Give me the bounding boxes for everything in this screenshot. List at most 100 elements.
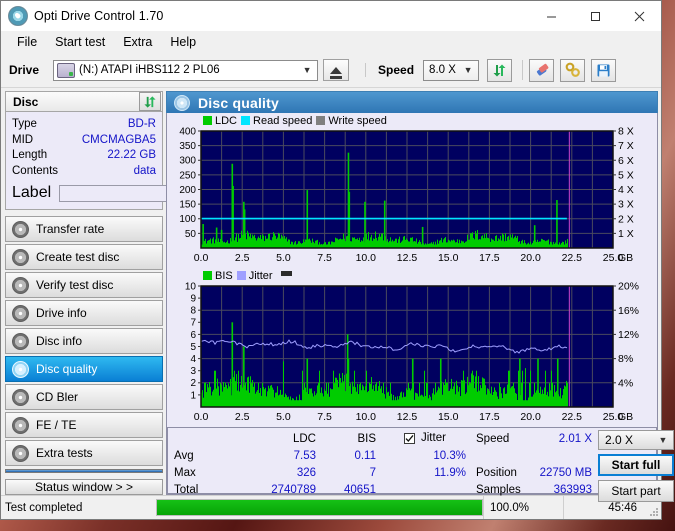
sidebar-item-drive-info[interactable]: Drive info <box>5 300 163 326</box>
svg-text:15.0: 15.0 <box>438 411 459 423</box>
sidebar-item-verify-test-disc[interactable]: Verify test disc <box>5 272 163 298</box>
svg-text:2 X: 2 X <box>618 213 634 225</box>
legend-ldc: LDC <box>203 115 237 127</box>
disc-icon <box>12 388 29 406</box>
svg-text:12%: 12% <box>618 329 639 341</box>
disc-quality-header: Disc quality <box>166 91 658 113</box>
maximize-icon[interactable] <box>573 1 617 31</box>
sidebar-item-transfer-rate[interactable]: Transfer rate <box>5 216 163 242</box>
disc-icon <box>12 248 29 266</box>
value-total-bis: 40651 <box>344 484 376 496</box>
svg-text:400: 400 <box>179 127 196 137</box>
eject-icon <box>330 66 343 79</box>
erase-button[interactable] <box>529 58 555 82</box>
disc-row-length: Length 22.22 GB <box>12 148 156 164</box>
start-part-label: Start part <box>611 484 661 498</box>
svg-text:5.0: 5.0 <box>276 252 291 264</box>
eject-button[interactable] <box>323 59 350 81</box>
eraser-icon <box>536 63 548 76</box>
menu-item-file[interactable]: File <box>8 33 46 51</box>
svg-text:6 X: 6 X <box>618 155 634 167</box>
application-window: Opti Drive Control 1.70 File Start test … <box>0 0 674 520</box>
disc-icon <box>12 360 29 378</box>
legend-jitter: Jitter <box>236 270 273 282</box>
value-total-ldc: 2740789 <box>271 484 316 496</box>
title-bar: Opti Drive Control 1.70 <box>1 1 661 31</box>
tools-button[interactable] <box>560 58 586 82</box>
menu-item-extra[interactable]: Extra <box>114 33 161 51</box>
svg-text:150: 150 <box>179 200 196 211</box>
disc-icon <box>12 416 29 434</box>
refresh-button[interactable] <box>487 58 513 82</box>
value-max-ldc: 326 <box>296 467 316 479</box>
jitter-checkbox[interactable] <box>404 432 415 444</box>
jitter-toggle[interactable]: Jitter <box>404 432 446 444</box>
sidebar-item-disc-quality[interactable]: Disc quality <box>5 356 163 382</box>
svg-text:5 X: 5 X <box>618 169 634 181</box>
menu-item-help[interactable]: Help <box>161 33 205 51</box>
bis-plot[interactable]: 123456789 10 4% 8% 12% 16% 20% 0.0 2.5 5.0 7.5 10.0… <box>167 282 655 424</box>
drive-select[interactable]: (N:) ATAPI iHBS112 2 PL06 ▼ <box>53 59 319 81</box>
legend-label: LDC <box>215 114 238 127</box>
window-title: Opti Drive Control 1.70 <box>34 9 164 23</box>
disc-panel-body: Type BD-R MID CMCMAGBA5 Length 22.22 GB … <box>5 112 231 210</box>
speed-select[interactable]: 8.0 X ▼ <box>423 59 480 81</box>
start-full-button[interactable]: Start full <box>598 454 674 476</box>
check-icon <box>405 434 414 442</box>
sidebar-item-cd-bler[interactable]: CD Bler <box>5 384 163 410</box>
svg-text:20%: 20% <box>618 282 639 293</box>
svg-text:7.5: 7.5 <box>317 252 332 264</box>
save-button[interactable] <box>591 58 617 82</box>
svg-text:7: 7 <box>190 318 196 329</box>
value-max-bis: 7 <box>369 467 376 479</box>
start-full-label: Start full <box>611 458 661 472</box>
disc-icon <box>12 304 29 322</box>
drive-label: Drive <box>9 63 40 77</box>
sidebar-item-create-test-disc[interactable]: Create test disc <box>5 244 163 270</box>
sidebar-item-label: Disc quality <box>36 362 98 376</box>
test-speed-select-value: 2.0 X <box>605 433 634 447</box>
minimize-icon[interactable] <box>529 1 573 31</box>
svg-text:1 X: 1 X <box>618 228 634 240</box>
speed-select-value: 8.0 X <box>429 64 456 76</box>
disc-key-contents: Contents <box>12 164 59 177</box>
svg-text:GB: GB <box>618 411 633 423</box>
disc-icon <box>12 220 29 238</box>
right-pane: Disc quality LDC Read speed Write speed … <box>166 88 674 502</box>
disc-value-contents: data <box>133 164 156 177</box>
disc-refresh-button[interactable] <box>139 92 161 111</box>
close-icon[interactable] <box>617 1 661 31</box>
disc-icon <box>12 276 29 294</box>
sidebar-item-disc-info[interactable]: Disc info <box>5 328 163 354</box>
svg-text:350: 350 <box>179 141 196 152</box>
svg-text:15.0: 15.0 <box>438 252 459 264</box>
sidebar-item-fe-te[interactable]: FE / TE <box>5 412 163 438</box>
sidebar-scroll-strip[interactable] <box>5 469 163 473</box>
drive-icon <box>57 62 76 78</box>
main-content: Disc Type BD-R MID CMCMAGBA5 Length 22.2… <box>1 88 674 502</box>
progress-bar-fill <box>157 500 482 515</box>
disc-icon <box>174 94 190 111</box>
window-controls <box>529 1 661 31</box>
menu-item-start-test[interactable]: Start test <box>46 33 114 51</box>
svg-text:20.0: 20.0 <box>520 411 541 423</box>
left-sidebar: Disc Type BD-R MID CMCMAGBA5 Length 22.2… <box>1 88 231 495</box>
nav-list: Transfer rate Create test disc Verify te… <box>5 216 163 466</box>
speed-label: Speed <box>365 63 414 77</box>
speed-result-label: Speed <box>476 433 510 445</box>
test-speed-select[interactable]: 2.0 X ▼ <box>598 430 674 450</box>
legend-swatch-icon <box>203 271 212 280</box>
svg-text:0.0: 0.0 <box>194 411 209 423</box>
ldc-chart-legend: LDC Read speed Write speed <box>167 113 657 127</box>
svg-text:8: 8 <box>190 306 196 317</box>
legend-read-speed: Read speed <box>241 115 312 127</box>
disc-value-type: BD-R <box>127 118 156 130</box>
disc-row-type: Type BD-R <box>12 117 156 133</box>
svg-text:12.5: 12.5 <box>397 252 418 264</box>
status-window-button[interactable]: Status window > > <box>5 479 163 495</box>
svg-text:1: 1 <box>190 390 196 401</box>
ldc-plot[interactable]: 50 100 150 200 250 300 350 400 1 X 2 X 3 X 4 X 5 X 6 … <box>167 127 655 265</box>
start-part-button[interactable]: Start part <box>598 480 674 502</box>
svg-text:200: 200 <box>179 185 196 196</box>
sidebar-item-extra-tests[interactable]: Extra tests <box>5 440 163 466</box>
